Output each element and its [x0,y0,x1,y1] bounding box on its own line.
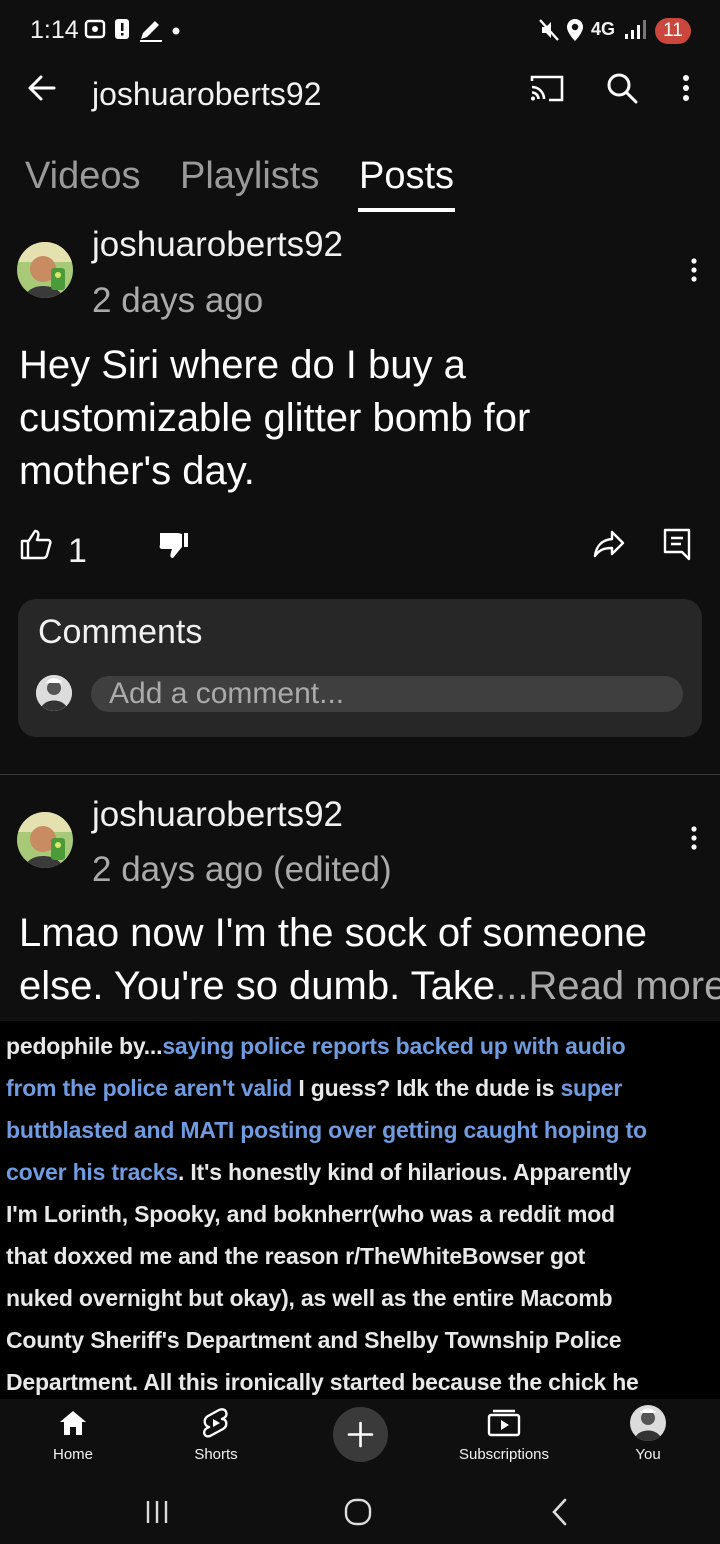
dislike-icon[interactable] [158,530,190,560]
mute-icon [538,18,560,42]
post-menu-icon[interactable] [686,255,702,287]
nav-shorts-label: Shorts [194,1446,238,1463]
system-navigation-bar [0,1489,720,1544]
image-text-line: Department. All this ironically started … [6,1369,639,1395]
signal-strength-icon [624,18,650,40]
network-type: 4G [591,19,616,39]
status-bar: 1:14 4G 11 [0,0,720,64]
nav-subscriptions[interactable]: Subscriptions [444,1399,564,1463]
nav-you[interactable]: You [588,1399,708,1463]
recent-apps-icon[interactable] [144,1499,170,1525]
comments-card[interactable]: Comments Add a comment... [18,599,702,737]
post-divider [0,774,720,775]
post-text-fragment: else. You're so dumb. Take [19,964,496,1008]
post-text: Hey Siri where do I buy a customizable g… [19,339,699,498]
post-text: Lmao now I'm the sock of someone else. Y… [19,907,720,1013]
avatar[interactable] [17,242,73,298]
plus-icon [347,1421,374,1448]
post-timestamp: 2 days ago (edited) [92,850,392,889]
comments-heading: Comments [38,613,203,651]
create-button[interactable] [333,1407,388,1462]
post-text-line: Lmao now I'm the sock of someone [19,911,647,955]
share-icon[interactable] [592,528,626,560]
current-user-avatar [36,675,72,711]
image-text-line: that doxxed me and the reason r/TheWhite… [6,1243,586,1269]
image-text-line: from the police aren't valid I guess? Id… [6,1075,623,1101]
nav-you-label: You [635,1446,661,1463]
active-tab-indicator [358,208,455,212]
channel-title: joshuaroberts92 [92,76,322,112]
post-menu-icon[interactable] [686,823,702,855]
home-system-icon[interactable] [343,1497,373,1527]
shorts-icon [202,1407,230,1439]
add-comment-input[interactable]: Add a comment... [91,676,683,712]
you-avatar-icon [630,1405,666,1441]
post-author[interactable]: joshuaroberts92 [92,225,343,265]
more-options-icon[interactable] [676,70,696,106]
nav-home[interactable]: Home [13,1399,133,1463]
like-count: 1 [68,532,87,570]
more-notifications-dot-icon [172,27,180,35]
battery-indicator: 11 [655,18,691,44]
tab-posts[interactable]: Posts [359,155,454,198]
post-text-line: customizable glitter bomb for [19,396,531,440]
back-system-icon[interactable] [548,1497,572,1527]
post-image[interactable]: pedophile by...saying police reports bac… [0,1021,720,1399]
nav-home-label: Home [52,1446,93,1463]
cast-icon[interactable] [528,70,566,106]
image-text-line: nuked overnight but okay), as well as th… [6,1285,613,1311]
search-icon[interactable] [604,70,640,106]
nav-shorts[interactable]: Shorts [156,1399,276,1463]
edit-notification-icon [138,18,164,42]
bottom-navigation: Home Shorts Subscriptions You [0,1399,720,1489]
alert-notification-icon [114,18,130,40]
subscriptions-icon [487,1409,521,1437]
screenshot-notification-icon [84,18,106,40]
nav-subscriptions-label: Subscriptions [458,1446,550,1463]
post-timestamp: 2 days ago [92,281,264,320]
image-text-line: pedophile by...saying police reports bac… [6,1033,626,1059]
like-icon[interactable] [19,528,53,560]
post-author[interactable]: joshuaroberts92 [92,795,343,835]
back-arrow-icon[interactable] [24,70,60,106]
image-text-line: cover his tracks. It's honestly kind of … [6,1159,632,1185]
post-text-line: Hey Siri where do I buy a [19,343,466,387]
comment-icon[interactable] [662,527,692,561]
post-text-line: mother's day. [19,449,255,493]
image-text-line: County Sheriff's Department and Shelby T… [6,1327,622,1353]
post-text-line: else. You're so dumb. Take...Read more [19,960,720,1013]
location-icon [566,18,584,42]
truncation-ellipsis: ... [495,964,529,1008]
tab-videos[interactable]: Videos [25,155,141,198]
avatar[interactable] [17,812,73,868]
home-icon [58,1409,88,1437]
image-text-line: buttblasted and MATI posting over gettin… [6,1117,647,1143]
image-text-line: I'm Lorinth, Spooky, and boknherr(who wa… [6,1201,615,1227]
tab-playlists[interactable]: Playlists [180,155,319,198]
add-comment-placeholder: Add a comment... [109,677,345,710]
status-time: 1:14 [30,16,79,44]
read-more-link[interactable]: Read more [528,964,720,1008]
